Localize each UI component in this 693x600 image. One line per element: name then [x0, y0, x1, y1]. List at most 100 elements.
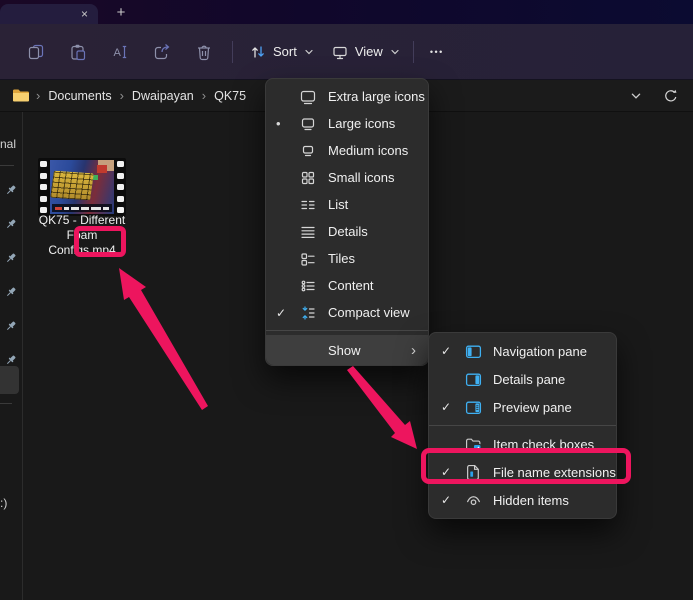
refresh-button[interactable] [659, 85, 681, 107]
toolbar-divider [413, 41, 414, 63]
menu-item-label: Navigation pane [493, 344, 606, 359]
annotation-box-file-name-extensions [421, 448, 631, 484]
pin-icon [5, 218, 17, 230]
menu-item-label: Tiles [328, 251, 418, 266]
sidebar-separator [0, 165, 14, 166]
delete-button[interactable] [186, 36, 222, 68]
tab-close-icon[interactable]: × [81, 8, 88, 20]
check-icon: ✓ [441, 493, 465, 507]
check-icon: ✓ [441, 344, 465, 358]
large-icons-icon [300, 116, 318, 132]
toolbar-divider [232, 41, 233, 63]
delete-icon [195, 43, 213, 61]
view-label: View [355, 44, 383, 59]
menu-item-label: Hidden items [493, 493, 606, 508]
sidebar-divider [22, 112, 23, 600]
menu-item-small-icons[interactable]: Small icons [270, 164, 424, 191]
sidebar-selected-item[interactable] [0, 366, 19, 394]
sort-button[interactable]: Sort [241, 36, 323, 68]
rename-button[interactable]: A [102, 36, 138, 68]
menu-item-label: Large icons [328, 116, 418, 131]
menu-separator [266, 330, 428, 331]
annotation-arrow-to-mp4 [119, 268, 208, 410]
medium-icons-icon [300, 143, 318, 159]
menu-item-label: Extra large icons [328, 89, 425, 104]
sort-icon [250, 44, 266, 60]
content-icon [300, 278, 318, 294]
annotation-box-mp4-extension [74, 226, 126, 257]
menu-item-label: Medium icons [328, 143, 418, 158]
see-more-button[interactable]: ••• [422, 36, 452, 68]
menu-item-medium-icons[interactable]: Medium icons [270, 137, 424, 164]
selected-bullet: • [276, 116, 300, 131]
title-bar: × + [0, 0, 693, 24]
pin-icon [5, 354, 17, 366]
pin-icon [5, 252, 17, 264]
svg-text:A: A [114, 47, 122, 59]
new-tab-button[interactable]: + [111, 3, 131, 21]
chevron-down-icon [390, 47, 400, 57]
command-toolbar: A [0, 24, 693, 80]
breadcrumb-separator: › [119, 89, 125, 102]
view-button[interactable]: View [323, 36, 409, 68]
submenu-item-hidden-items[interactable]: ✓ Hidden items [433, 486, 612, 514]
paste-icon [69, 43, 87, 61]
hidden-items-icon [465, 492, 483, 509]
check-icon: ✓ [276, 306, 300, 320]
address-dropdown-button[interactable] [625, 85, 647, 107]
list-icon [300, 197, 318, 213]
share-button[interactable] [144, 36, 180, 68]
copy-icon [27, 43, 45, 61]
video-thumbnail-image [50, 160, 114, 214]
breadcrumb-item-dwaipayan[interactable]: Dwaipayan [125, 86, 201, 106]
menu-separator [429, 425, 616, 426]
extra-large-icons-icon [300, 89, 318, 105]
breadcrumb-item-documents[interactable]: Documents [41, 86, 118, 106]
sort-label: Sort [273, 44, 297, 59]
menu-item-compact-view[interactable]: ✓ Compact view [270, 299, 424, 326]
menu-item-extra-large-icons[interactable]: Extra large icons [270, 83, 424, 110]
paste-button[interactable] [60, 36, 96, 68]
breadcrumb-item-qk75[interactable]: QK75 [207, 86, 253, 106]
details-pane-icon [465, 371, 483, 388]
view-dropdown-menu: Extra large icons • Large icons Medium i… [265, 78, 429, 366]
view-icon [332, 44, 348, 60]
filmstrip-holes [40, 161, 47, 213]
menu-item-large-icons[interactable]: • Large icons [270, 110, 424, 137]
pin-icon [5, 286, 17, 298]
sidebar-item-drive-truncated[interactable]: :) [0, 496, 7, 510]
sidebar-item-personal-truncated[interactable]: nal [0, 137, 16, 151]
tiles-icon [300, 251, 318, 267]
pin-icon [5, 184, 17, 196]
menu-item-label: List [328, 197, 418, 212]
menu-item-show[interactable]: Show › [266, 335, 428, 365]
submenu-item-preview-pane[interactable]: ✓ Preview pane [433, 393, 612, 421]
menu-item-details[interactable]: Details [270, 218, 424, 245]
copy-button[interactable] [18, 36, 54, 68]
menu-item-label: Small icons [328, 170, 418, 185]
menu-item-tiles[interactable]: Tiles [270, 245, 424, 272]
submenu-arrow-icon: › [411, 343, 416, 358]
menu-item-label: Compact view [328, 305, 418, 320]
annotation-arrow-to-file-name-extensions [347, 366, 417, 449]
details-icon [300, 224, 318, 240]
menu-item-content[interactable]: Content [270, 272, 424, 299]
submenu-item-details-pane[interactable]: Details pane [433, 365, 612, 393]
check-icon: ✓ [441, 400, 465, 414]
folder-icon [12, 88, 30, 103]
show-submenu: ✓ Navigation pane Details pane ✓ [428, 332, 617, 519]
video-file-thumbnail[interactable] [38, 158, 126, 216]
menu-item-label: Details [328, 224, 418, 239]
small-icons-icon [300, 170, 318, 186]
chevron-down-icon [304, 47, 314, 57]
rename-icon: A [111, 43, 129, 61]
menu-item-label: Details pane [493, 372, 606, 387]
submenu-item-navigation-pane[interactable]: ✓ Navigation pane [433, 337, 612, 365]
pin-icon [5, 320, 17, 332]
menu-item-label: Preview pane [493, 400, 606, 415]
menu-item-list[interactable]: List [270, 191, 424, 218]
preview-pane-icon [465, 399, 483, 416]
explorer-tab[interactable]: × [0, 4, 98, 24]
menu-item-label: Show [328, 343, 411, 358]
menu-item-label: Content [328, 278, 418, 293]
